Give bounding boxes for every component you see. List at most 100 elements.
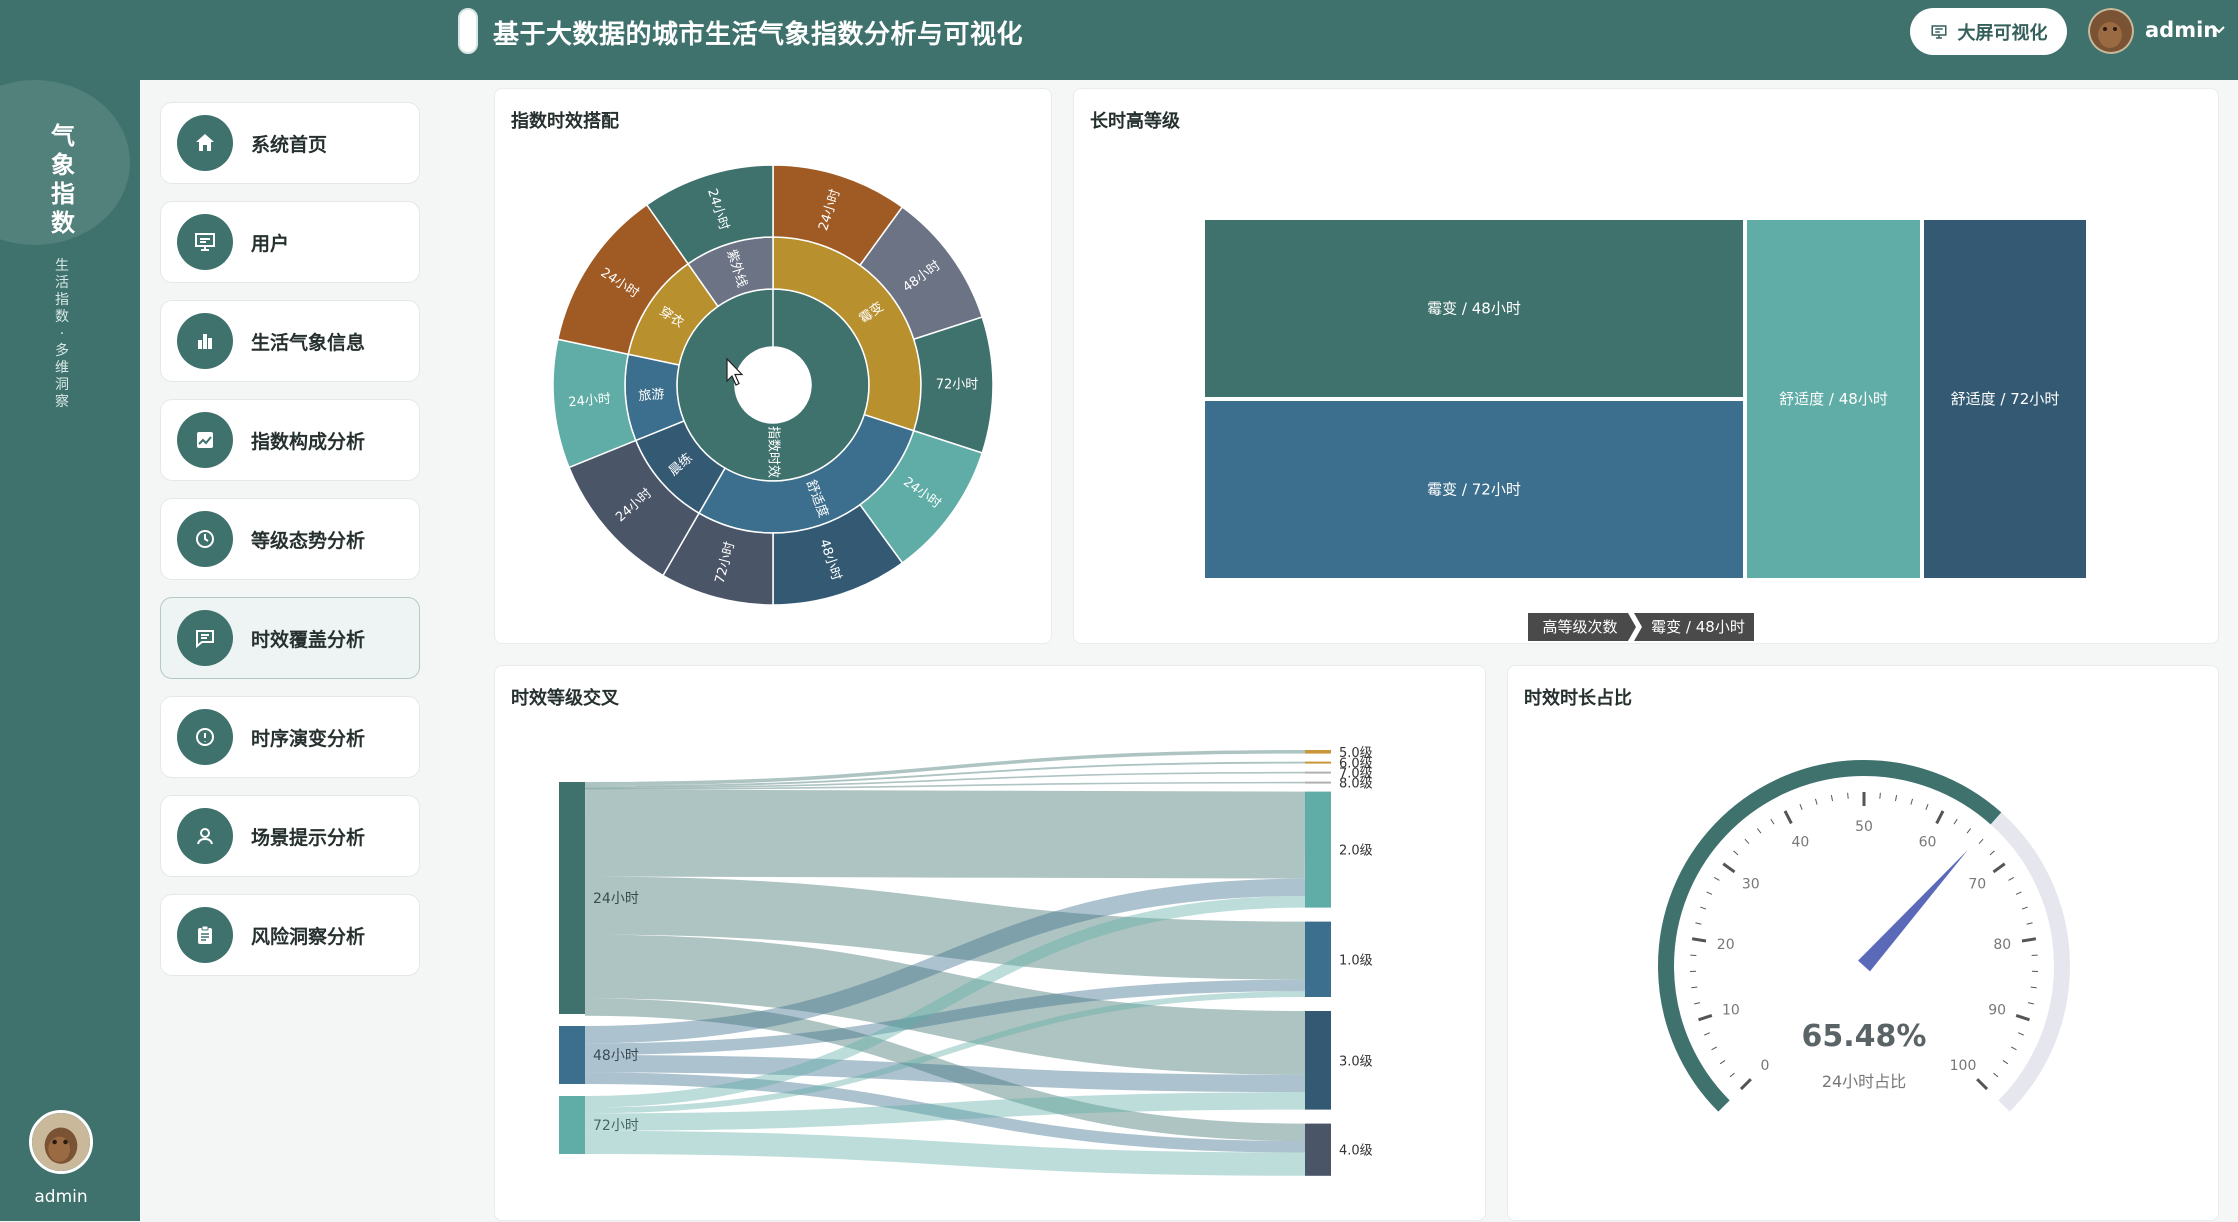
sidebar-item-label: 生活气象信息 <box>251 328 365 355</box>
gauge-needle <box>1858 850 1968 972</box>
gauge-tick <box>1741 1079 1751 1089</box>
sidebar-item-home[interactable]: 系统首页 <box>160 102 420 184</box>
gauge-tick <box>1895 795 1896 801</box>
treemap-panel: 长时高等级 霉变 / 48小时霉变 / 72小时舒适度 / 48小时舒适度 / … <box>1073 88 2219 644</box>
clipboard-icon <box>193 923 217 947</box>
rail-subtitle: 生 活 指 数 · 多 维 洞 察 <box>52 258 72 411</box>
sankey-target-node <box>1305 762 1331 764</box>
gauge-chart: 010203040506070809010065.48%24小时占比 <box>1508 666 2220 1222</box>
gauge-tick <box>1993 1073 1998 1077</box>
treemap-label: 舒适度 / 48小时 <box>1779 390 1888 408</box>
sankey-source-node <box>559 782 585 1014</box>
sankey-panel: 时效等级交叉 24小时48小时72小时5.0级6.0级7.0级8.0级2.0级1… <box>494 665 1486 1221</box>
gauge-tick <box>1700 907 1706 909</box>
user-avatar[interactable] <box>2088 8 2134 54</box>
gauge-tick <box>1977 1079 1987 1089</box>
treemap-breadcrumb-label: 高等级次数 <box>1542 618 1617 636</box>
sunburst-chart[interactable]: 指数时效霉变舒适度晨练旅游穿衣紫外线24小时48小时72小时24小时48小时72… <box>495 89 1053 645</box>
gauge-tick <box>2022 907 2028 909</box>
sankey-target-label: 2.0级 <box>1339 844 1373 859</box>
gauge-label: 24小时占比 <box>1822 1072 1906 1091</box>
gauge-tick <box>2028 1003 2034 1004</box>
gauge-tick-label: 60 <box>1919 834 1937 850</box>
sankey-target-node <box>1305 782 1331 784</box>
sankey-target-node <box>1305 1011 1331 1110</box>
gauge-tick <box>1733 851 1738 855</box>
sankey-target-label: 1.0级 <box>1339 953 1373 968</box>
rail-avatar[interactable] <box>29 1110 93 1174</box>
gauge-tick <box>1712 1047 1717 1050</box>
gauge-tick <box>2027 923 2033 924</box>
gauge-tick <box>2009 877 2014 880</box>
sidebar-item-coverage[interactable]: 时效覆盖分析 <box>160 597 420 679</box>
gauge-tick <box>1699 1015 1712 1019</box>
gauge-tick-label: 0 <box>1761 1058 1770 1074</box>
big-screen-button[interactable]: 大屏可视化 <box>1910 8 2067 55</box>
treemap-breadcrumb-label: 霉变 / 48小时 <box>1651 618 1745 636</box>
sunburst-panel: 指数时效搭配 指数时效霉变舒适度晨练旅游穿衣紫外线24小时48小时72小时24小… <box>494 88 1052 644</box>
sunburst-center-label: 指数时效 <box>766 426 781 478</box>
sidebar-item-weather-info[interactable]: 生活气象信息 <box>160 300 420 382</box>
left-rail: 气 象 指 数 生 活 指 数 · 多 维 洞 察 admin <box>0 80 140 1221</box>
treemap-label: 舒适度 / 72小时 <box>1951 390 2060 408</box>
sunburst-outer-label: 72小时 <box>936 378 979 393</box>
treemap-chart[interactable]: 霉变 / 48小时霉变 / 72小时舒适度 / 48小时舒适度 / 72小时高等… <box>1074 89 2220 645</box>
gauge-tick <box>2016 1015 2029 1019</box>
sankey-target-node <box>1305 772 1331 774</box>
trend-icon <box>193 428 217 452</box>
gauge-tick <box>2016 892 2021 895</box>
gauge-tick <box>1723 864 1734 872</box>
sankey-chart[interactable]: 24小时48小时72小时5.0级6.0级7.0级8.0级2.0级1.0级3.0级… <box>495 666 1487 1222</box>
sankey-target-node <box>1305 1124 1331 1176</box>
gauge-tick <box>1967 829 1971 834</box>
sankey-link <box>585 833 1305 835</box>
sidebar-item-index-composition[interactable]: 指数构成分析 <box>160 399 420 481</box>
gauge-tick <box>1990 851 1995 855</box>
gauge-tick <box>1745 839 1749 843</box>
sankey-target-node <box>1305 750 1331 754</box>
sidebar-item-scene-tips[interactable]: 场景提示分析 <box>160 795 420 877</box>
presentation-icon <box>193 230 217 254</box>
gauge-tick <box>1848 793 1849 799</box>
info-icon <box>193 725 217 749</box>
gauge-tick <box>1704 1033 1710 1035</box>
main-content: 指数时效搭配 指数时效霉变舒适度晨练旅游穿衣紫外线24小时48小时72小时24小… <box>440 80 2238 1221</box>
sidebar-item-time-series[interactable]: 时序演变分析 <box>160 696 420 778</box>
header-username[interactable]: admin <box>2145 18 2218 42</box>
bar-chart-icon <box>193 329 217 353</box>
sidebar-item-label: 时效覆盖分析 <box>251 625 365 652</box>
sidebar-item-label: 系统首页 <box>251 130 327 157</box>
treemap-label: 霉变 / 48小时 <box>1427 300 1521 318</box>
sidebar-item-label: 用户 <box>251 229 289 256</box>
gauge-tick <box>1771 819 1774 824</box>
sankey-target-label: 8.0级 <box>1339 777 1373 792</box>
gauge-panel: 时效时长占比 010203040506070809010065.48%24小时占… <box>1507 665 2219 1221</box>
sidebar-item-user[interactable]: 用户 <box>160 201 420 283</box>
sidebar-item-level-trend[interactable]: 等级态势分析 <box>160 498 420 580</box>
rail-username: admin <box>0 1187 122 1207</box>
user-icon <box>193 824 217 848</box>
sidebar-item-label: 时序演变分析 <box>251 724 365 751</box>
gauge-tick <box>2018 1033 2024 1035</box>
sidebar-item-label: 指数构成分析 <box>251 427 365 454</box>
chevron-down-icon[interactable] <box>2210 20 2228 38</box>
sidebar-item-label: 场景提示分析 <box>251 823 365 850</box>
sidebar-item-label: 风险洞察分析 <box>251 922 365 949</box>
sidebar-item-risk-insight[interactable]: 风险洞察分析 <box>160 894 420 976</box>
gauge-tick <box>2031 987 2037 988</box>
message-icon <box>193 626 217 650</box>
title-accent-pill <box>458 8 478 54</box>
gauge-tick <box>1815 799 1817 805</box>
gauge-tick-label: 80 <box>1993 937 2011 953</box>
gauge-tick <box>1926 804 1928 810</box>
app-title: 基于大数据的城市生活气象指数分析与可视化 <box>493 14 1023 51</box>
gauge-tick <box>1707 892 1712 895</box>
sankey-target-node <box>1305 792 1331 908</box>
gauge-tick <box>1911 799 1913 805</box>
gauge-tick-label: 90 <box>1988 1002 2006 1018</box>
home-icon <box>193 131 217 155</box>
gauge-tick <box>1757 829 1761 834</box>
gauge-tick <box>1714 877 1719 880</box>
gauge-tick <box>1692 939 1706 941</box>
gauge-tick <box>1954 819 1957 824</box>
